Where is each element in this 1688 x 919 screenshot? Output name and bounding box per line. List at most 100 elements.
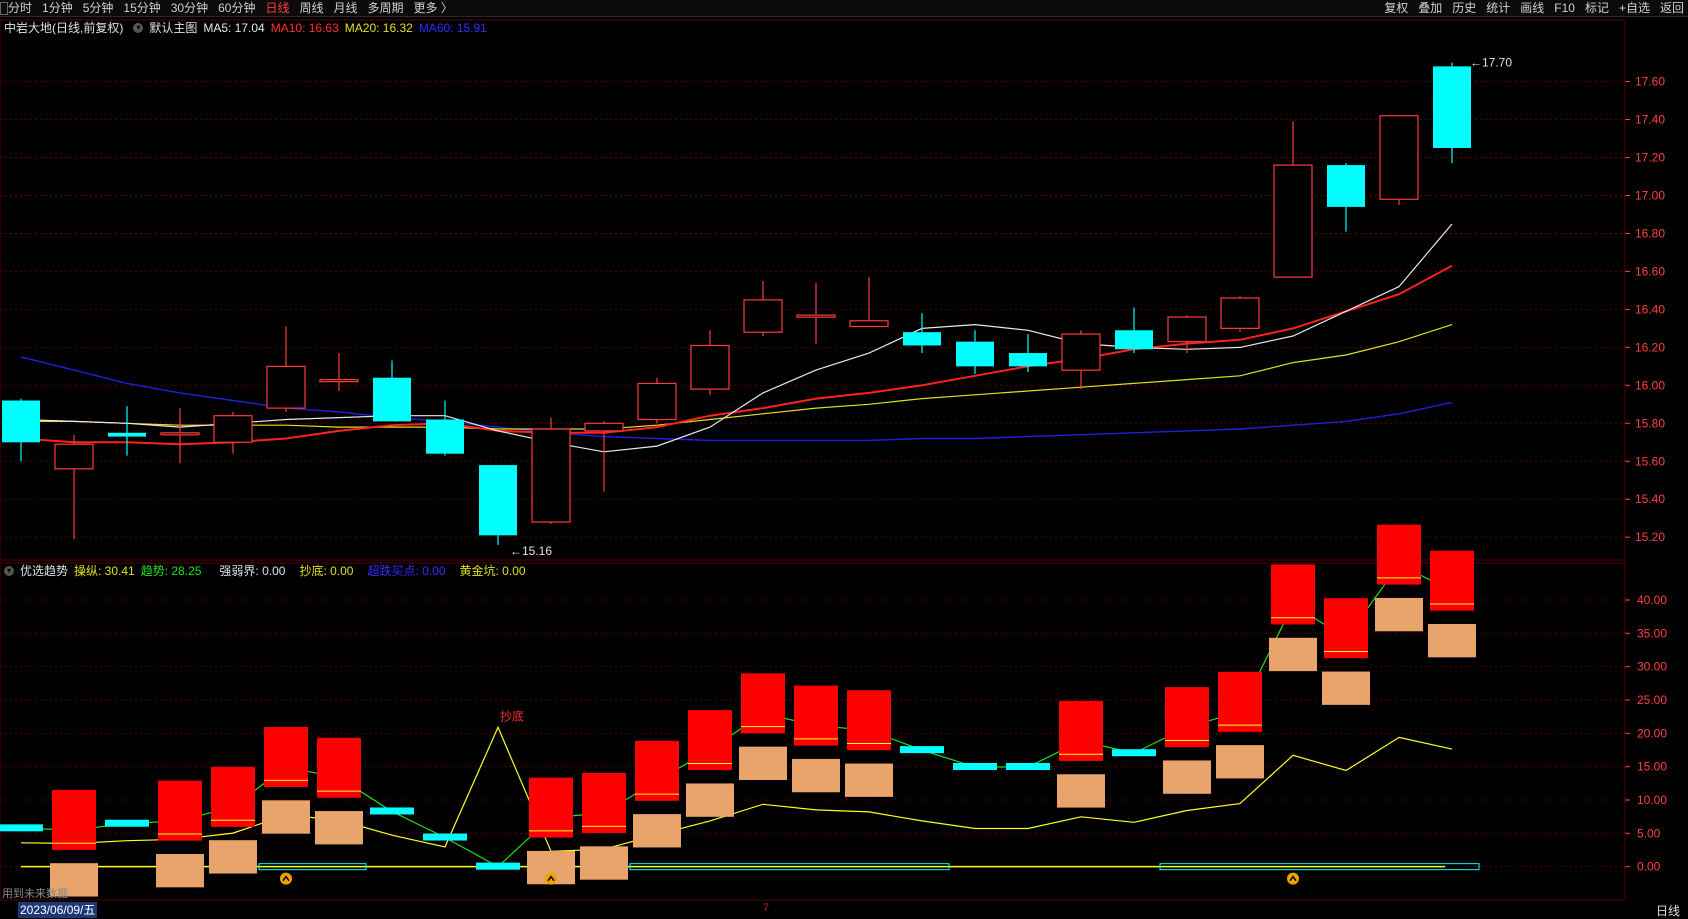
- candle-body: [108, 432, 146, 437]
- candle-body: [1115, 330, 1153, 350]
- price-tick-label: 17.20: [1635, 151, 1665, 165]
- candle-body: [54, 443, 94, 470]
- support-bar: [792, 758, 840, 793]
- price-tick-label: 15.40: [1635, 492, 1665, 506]
- support-bar: [1163, 760, 1211, 794]
- support-bar: [156, 854, 204, 888]
- candle-body: [1273, 164, 1313, 278]
- support-bar: [633, 814, 681, 848]
- buy-signal-icon: [1287, 872, 1299, 885]
- momentum-bar: [847, 690, 891, 751]
- main-panel-frame: [0, 19, 1626, 561]
- buy-signal-circle: [545, 872, 557, 885]
- weak-bar: [1112, 749, 1156, 757]
- weak-bar: [1006, 763, 1050, 770]
- momentum-bar: [1165, 687, 1209, 748]
- ind-tick-label: 15.00: [1637, 760, 1667, 774]
- ind-tick-label: 5.00: [1637, 826, 1661, 840]
- ind-tick-label: 25.00: [1637, 693, 1667, 707]
- candle-body: [213, 415, 253, 443]
- candle-body: [1167, 316, 1207, 343]
- weak-bar: [476, 862, 520, 870]
- low-price-label: ←15.16: [510, 544, 552, 558]
- support-bar: [315, 811, 363, 845]
- momentum-bar: [1271, 564, 1315, 625]
- weak-bar: [900, 746, 944, 754]
- weak-bar: [423, 833, 467, 841]
- weak-bar: [105, 819, 149, 827]
- price-tick-label: 17.40: [1635, 113, 1665, 127]
- ind-tick-label: 10.00: [1637, 793, 1667, 807]
- candle-body: [690, 344, 730, 390]
- momentum-bar: [794, 685, 838, 746]
- period-marker: 7: [763, 902, 770, 914]
- candle-body: [849, 320, 889, 328]
- momentum-bar: [1430, 550, 1474, 611]
- price-tick-label: 15.80: [1635, 416, 1665, 430]
- candle-body: [531, 428, 571, 523]
- support-bar: [1322, 671, 1370, 705]
- ind-tick-label: 40.00: [1637, 593, 1667, 607]
- support-bar: [686, 783, 734, 817]
- price-tick-label: 16.60: [1635, 264, 1665, 278]
- price-tick-label: 16.80: [1635, 226, 1665, 240]
- price-tick-label: 16.40: [1635, 302, 1665, 316]
- candle-body: [1379, 115, 1419, 200]
- price-tick-label: 17.60: [1635, 75, 1665, 89]
- momentum-bar: [1059, 700, 1103, 761]
- candle-body: [584, 422, 624, 432]
- period-indicator[interactable]: 日线: [1656, 902, 1680, 919]
- cursor-date: 2023/06/09/五: [18, 902, 98, 918]
- candle-body: [266, 365, 306, 409]
- kline-chart[interactable]: 17.60 17.40 17.20 17.00 16.80 16.60 16.40 16.20…: [0, 0, 1688, 918]
- buy-signal-circle: [1287, 872, 1299, 885]
- future-data-hint: 用到未来数据: [2, 888, 68, 900]
- high-price-label: ←17.70: [1470, 56, 1512, 70]
- support-bar: [845, 763, 893, 797]
- candle-body: [319, 379, 359, 383]
- candle-body: [426, 419, 464, 454]
- momentum-bar: [1218, 671, 1262, 732]
- momentum-bar: [688, 710, 732, 771]
- candle-body: [903, 332, 941, 346]
- price-tick-label: 15.20: [1635, 530, 1665, 544]
- support-bar: [1216, 745, 1264, 779]
- momentum-bar: [211, 766, 255, 827]
- momentum-bar: [741, 673, 785, 734]
- momentum-bar: [635, 740, 679, 801]
- momentum-bar: [582, 773, 626, 833]
- support-bar: [262, 800, 310, 834]
- candle-body: [796, 314, 836, 318]
- momentum-bar: [1324, 598, 1368, 659]
- momentum-bar: [529, 777, 573, 838]
- ind-tick-label: 35.00: [1637, 626, 1667, 640]
- candle-body: [2, 400, 40, 443]
- buy-signal-circle: [280, 872, 292, 885]
- buy-signal-icon: [545, 872, 557, 885]
- weak-bar: [0, 824, 43, 832]
- ind-tick-label: 20.00: [1637, 726, 1667, 740]
- momentum-bar: [52, 789, 96, 850]
- candle-body: [1009, 353, 1047, 367]
- support-bar: [1375, 597, 1423, 632]
- weak-bar: [953, 763, 997, 770]
- candle-body: [479, 465, 517, 536]
- momentum-bar: [317, 737, 361, 798]
- price-tick-label: 16.20: [1635, 340, 1665, 354]
- candle-body: [1327, 165, 1365, 207]
- candle-body: [637, 382, 677, 421]
- candle-body: [743, 299, 783, 333]
- buy-signal-icon: [280, 872, 292, 885]
- ind-tick-label: 30.00: [1637, 660, 1667, 674]
- candle-body: [373, 377, 411, 422]
- support-bar: [580, 846, 628, 880]
- weak-bar: [370, 807, 414, 815]
- momentum-bar: [158, 780, 202, 841]
- price-tick-label: 16.00: [1635, 378, 1665, 392]
- momentum-bar: [1377, 524, 1421, 585]
- support-bar: [1428, 624, 1476, 658]
- momentum-bar: [264, 727, 308, 787]
- price-tick-label: 17.00: [1635, 188, 1665, 202]
- support-bar: [1269, 637, 1317, 672]
- candle-body: [160, 432, 200, 436]
